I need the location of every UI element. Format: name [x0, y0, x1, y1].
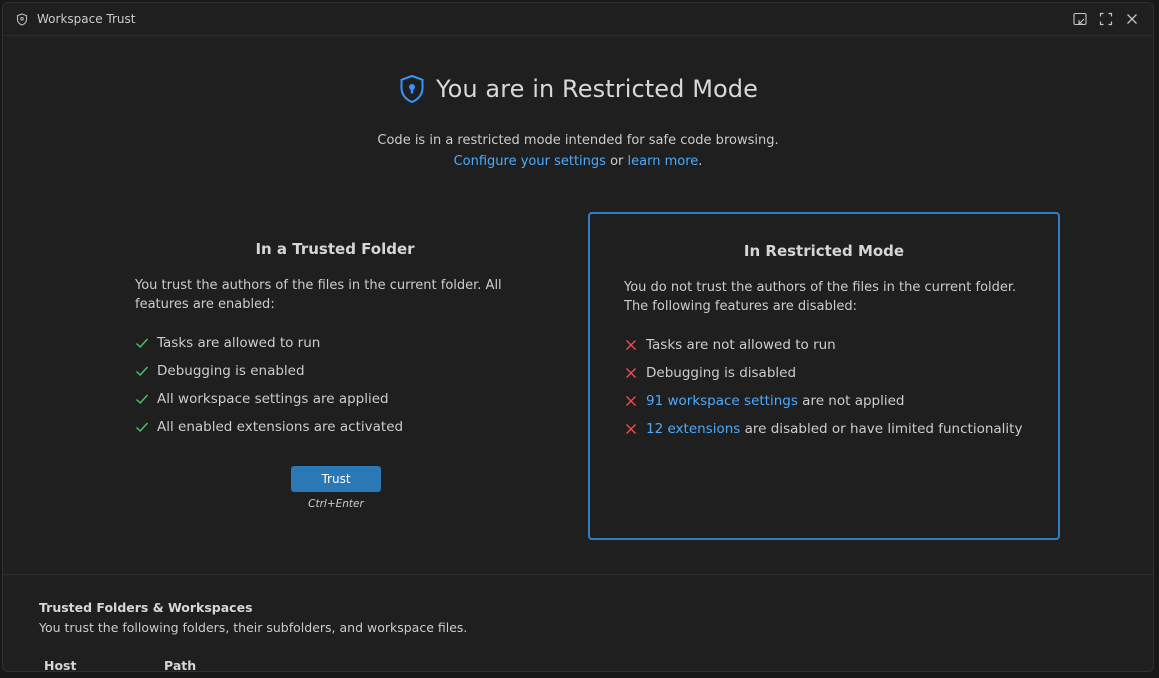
feature-text: All workspace settings are applied	[157, 391, 389, 407]
close-x-icon	[624, 394, 638, 408]
feature-text: are disabled or have limited functionali…	[740, 421, 1023, 437]
column-header-path[interactable]: Path	[164, 658, 196, 671]
list-item: 12 extensions are disabled or have limit…	[624, 415, 1022, 443]
shield-icon	[15, 12, 29, 26]
page-subtitle: Code is in a restricted mode intended fo…	[3, 130, 1153, 172]
shield-lock-icon	[398, 74, 426, 104]
restricted-mode-panel: In Restricted Mode You do not trust the …	[588, 212, 1060, 540]
header: You are in Restricted Mode Code is in a …	[3, 36, 1153, 172]
check-icon	[135, 392, 149, 406]
extensions-link[interactable]: 12 extensions	[646, 421, 740, 437]
window-title: Workspace Trust	[37, 12, 136, 26]
list-item: 91 workspace settings are not applied	[624, 387, 1022, 415]
feature-text: Tasks are allowed to run	[157, 335, 321, 351]
open-in-editor-icon[interactable]	[1069, 8, 1091, 30]
feature-text: Debugging is enabled	[157, 363, 305, 379]
maximize-icon[interactable]	[1095, 8, 1117, 30]
list-item: All workspace settings are applied	[135, 385, 403, 413]
trusted-folders-description: You trust the following folders, their s…	[39, 620, 468, 635]
trust-shortcut: Ctrl+Enter	[308, 498, 364, 510]
feature-text: are not applied	[797, 393, 905, 409]
trusted-folders-section: Trusted Folders & Workspaces You trust t…	[39, 600, 467, 635]
restricted-panel-description: You do not trust the authors of the file…	[624, 280, 1017, 314]
close-x-icon	[624, 338, 638, 352]
trusted-folders-title: Trusted Folders & Workspaces	[39, 600, 253, 615]
trusted-features-list: Tasks are allowed to run Debugging is en…	[135, 329, 403, 441]
close-icon[interactable]	[1121, 8, 1143, 30]
subtitle-links: Configure your settings or learn more.	[3, 151, 1153, 172]
feature-text: Tasks are not allowed to run	[646, 337, 836, 353]
period-text: .	[698, 154, 703, 169]
column-header-host[interactable]: Host	[44, 658, 164, 671]
close-x-icon	[624, 422, 638, 436]
list-item: Tasks are allowed to run	[135, 329, 403, 357]
workspace-settings-link[interactable]: 91 workspace settings	[646, 393, 798, 409]
trusted-folders-table-header: Host Path	[44, 658, 196, 671]
trusted-panel-description: You trust the authors of the files in th…	[135, 278, 502, 312]
workspace-trust-window: Workspace Trust You are in Restricted Mo…	[2, 2, 1154, 672]
check-icon	[135, 336, 149, 350]
or-text: or	[605, 154, 628, 169]
title-bar: Workspace Trust	[3, 3, 1153, 36]
list-item: All enabled extensions are activated	[135, 413, 403, 441]
subtitle-text: Code is in a restricted mode intended fo…	[377, 133, 779, 148]
trust-panels: In a Trusted Folder You trust the author…	[99, 212, 1061, 542]
feature-text: All enabled extensions are activated	[157, 419, 404, 435]
list-item: Tasks are not allowed to run	[624, 331, 1022, 359]
list-item: Debugging is enabled	[135, 357, 403, 385]
check-icon	[135, 420, 149, 434]
list-item: Debugging is disabled	[624, 359, 1022, 387]
trusted-folder-panel: In a Trusted Folder You trust the author…	[99, 212, 571, 540]
trust-editor-content: You are in Restricted Mode Code is in a …	[3, 36, 1153, 671]
trusted-panel-title: In a Trusted Folder	[255, 240, 415, 258]
trust-button[interactable]: Trust	[291, 466, 381, 492]
learn-more-link[interactable]: learn more	[628, 154, 699, 169]
configure-settings-link[interactable]: Configure your settings	[454, 154, 606, 169]
restricted-panel-title: In Restricted Mode	[743, 242, 905, 260]
restricted-features-list: Tasks are not allowed to run Debugging i…	[624, 331, 1022, 443]
close-x-icon	[624, 366, 638, 380]
feature-text: Debugging is disabled	[646, 365, 797, 381]
check-icon	[135, 364, 149, 378]
section-divider	[3, 574, 1153, 575]
page-title: You are in Restricted Mode	[436, 75, 758, 103]
